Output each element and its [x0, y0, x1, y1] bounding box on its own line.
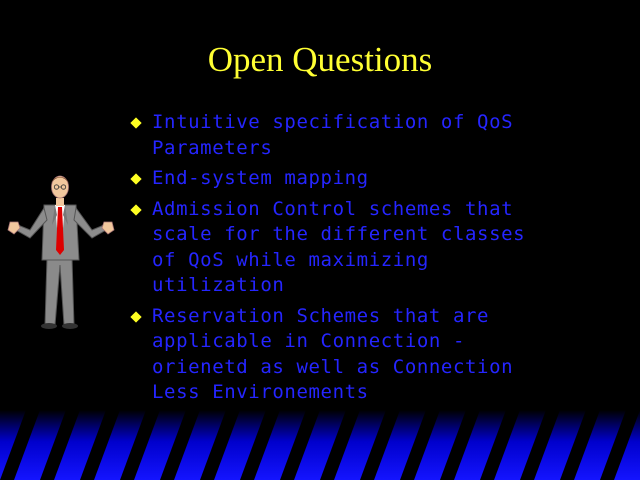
bullet-line: Intuitive specification of QoS: [152, 111, 514, 133]
presenter-figure-icon: [7, 175, 115, 329]
bullet-line: Less Environements: [152, 381, 369, 403]
diamond-bullet-icon: [130, 203, 142, 216]
bullet-list: Intuitive specification of QoS Parameter…: [130, 110, 630, 411]
diagonal-stripes-icon: [0, 410, 640, 480]
bullet-line: Reservation Schemes that are: [152, 304, 490, 327]
slide: Open Questions Intuitive specification o…: [0, 0, 640, 480]
bullet-line: utilization: [152, 274, 285, 296]
slide-title: Open Questions: [207, 40, 433, 79]
diamond-bullet-icon: [130, 310, 142, 323]
bullet-item: Admission Control schemes that scale for…: [130, 197, 630, 299]
diamond-bullet-icon: [130, 117, 142, 129]
bullet-line: End-system mapping: [152, 167, 369, 189]
diamond-bullet-icon: [130, 173, 142, 185]
bullet-item: Intuitive specification of QoS Parameter…: [130, 110, 630, 161]
bullet-item: Reservation Schemes that are applicable …: [130, 304, 630, 406]
bullet-line: of QoS while maximizing: [152, 248, 429, 271]
striped-footer-band: [0, 410, 640, 480]
bullet-line: scale for the different classes: [152, 223, 526, 245]
bullet-item: End-system mapping: [130, 166, 630, 192]
bullet-line: orienetd as well as Connection: [152, 355, 514, 378]
bullet-line: Parameters: [152, 136, 273, 159]
bullet-line: applicable in Connection -: [152, 330, 466, 352]
bullet-line: Admission Control schemes that: [152, 197, 514, 220]
